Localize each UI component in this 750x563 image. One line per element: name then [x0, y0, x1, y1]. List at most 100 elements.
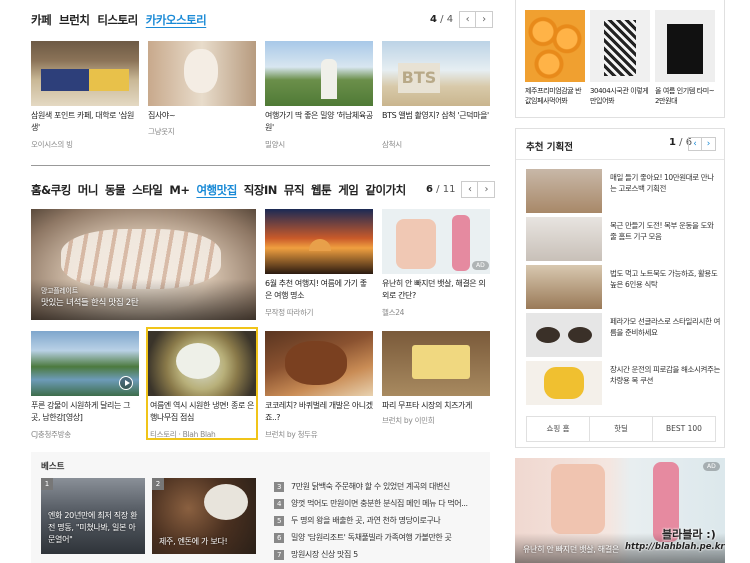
tab-animal[interactable]: 동물 [105, 182, 126, 198]
prev-button[interactable]: ‹ [461, 181, 479, 198]
shop-item-title[interactable]: 제주프리미엄감귤 반값임페사먹어봐 [525, 86, 587, 106]
tab-game[interactable]: 게임 [338, 182, 359, 198]
cushion-image [526, 361, 602, 405]
next-button[interactable]: › [476, 11, 494, 28]
recommend-item[interactable]: 복근 만들기 도전! 복부 운동을 도와줄 홈트 기구 모음 [526, 217, 716, 261]
cheese-image[interactable] [382, 331, 490, 396]
tangerine-image[interactable] [525, 10, 585, 82]
list-item[interactable]: 7 망원시장 신상 맛집 5 [274, 546, 468, 563]
next-button[interactable]: › [702, 137, 716, 151]
recommend-title: 페라가모 선글라스로 스타일리시한 여름을 준비하세요 [610, 317, 720, 337]
best100-button[interactable]: BEST 100 [653, 417, 715, 441]
recommend-heading: 추천 기획전 [526, 142, 574, 153]
mid-pager: 6 / 11 ‹ › [426, 181, 496, 198]
tshirt-image[interactable] [655, 10, 715, 82]
tab-tistory[interactable]: 티스토리 [97, 12, 138, 28]
top-item-source: 밀양시 [265, 140, 285, 149]
rank-badge: 4 [274, 498, 284, 509]
shop-item-title[interactable]: 30404시국관 이렇게만입어봐 [590, 86, 652, 106]
shopping-home-button[interactable]: 쇼핑 홈 [527, 417, 590, 441]
rank-badge: 3 [274, 481, 284, 492]
shirt-image[interactable] [590, 10, 650, 82]
recommend-box: 추천 기획전 1 / 6 ‹ › 매일 들기 좋아요! 10만원대로 만나는 고… [515, 128, 725, 448]
best-card-text[interactable]: 엔화 20년만에 최저 직장 환전 명동, "미쳤나봐, 일본 아 문열어" [48, 510, 144, 546]
mid-item-source: CJ충청주방송 [31, 430, 71, 439]
recommend-item[interactable]: 매일 들기 좋아요! 10만원대로 만나는 고로스백 기획전 [526, 169, 716, 213]
recommend-item[interactable]: 페라가모 선글라스로 스타일리시한 여름을 준비하세요 [526, 313, 720, 357]
top-item-source: 삼척시 [382, 140, 402, 149]
category-tabs: 홈&쿠킹 머니 동물 스타일 M+ 여행맛집 직장IN 뮤직 웹툰 게임 같이가… [31, 182, 406, 198]
watermark-title: 블라블라 :) [662, 528, 716, 541]
tab-kakaostory[interactable]: 카카오스토리 [146, 12, 207, 28]
tab-webtoon[interactable]: 웹툰 [311, 182, 332, 198]
pager-count: 4 / 4 [430, 14, 454, 25]
bossam-image[interactable]: 망고플레이트 맛있는 녀석들 한식 맛집 2탄 [31, 209, 256, 320]
cafe-image[interactable] [31, 41, 139, 106]
best-card-text[interactable]: 제주, 엔돈에 가 보다! [159, 536, 228, 548]
river-image[interactable] [31, 331, 139, 396]
rank-badge: 7 [274, 549, 284, 560]
sunset-image[interactable] [265, 209, 373, 274]
tab-brunch[interactable]: 브런치 [59, 12, 90, 28]
top-item-title[interactable]: 집사야~ [148, 110, 256, 122]
list-item[interactable]: 4 양껏 먹어도 만원이면 충분한 분식집 메인 메뉴 다 먹어... [274, 495, 468, 512]
tab-together[interactable]: 같이가치 [365, 182, 406, 198]
mid-item-title[interactable]: 푸른 강물이 시원하게 달리는 그곳, 남한강[영상] [31, 400, 139, 423]
top-item-title[interactable]: BTS 앨범 촬영지? 삼척 '근덕마을' [382, 110, 490, 122]
top-item-source: 그냥웃지 [148, 127, 175, 136]
mid-item-title[interactable]: 여름엔 역시 시원한 냉면! 종로 은행나무집 점심 [150, 400, 254, 423]
recommend-item[interactable]: 장시간 운전의 피로감을 해소시켜주는 차량용 목 쿠션 [526, 361, 720, 405]
hotdeal-button[interactable]: 핫딜 [590, 417, 653, 441]
tab-cafe[interactable]: 카페 [31, 12, 52, 28]
tab-money[interactable]: 머니 [78, 182, 99, 198]
bread-image[interactable] [265, 331, 373, 396]
next-button[interactable]: › [478, 181, 496, 198]
naengmyeon-image[interactable] [148, 331, 256, 396]
mid-item-source: 브런치 by 이민희 [382, 416, 435, 425]
section-divider [31, 165, 490, 166]
play-icon[interactable] [119, 376, 133, 390]
tab-work[interactable]: 직장IN [244, 182, 278, 198]
big-title[interactable]: 맛있는 녀석들 한식 맛집 2탄 [41, 297, 139, 309]
table-image [526, 265, 602, 309]
top-item-title[interactable]: 여행가기 딱 좋은 밀양 '허남체육공원' [265, 110, 373, 133]
top-item-source: 오이시스의 빙 [31, 140, 73, 149]
mid-item-source: 헬스24 [382, 308, 405, 317]
divider [516, 159, 724, 160]
tab-music[interactable]: 뮤직 [284, 182, 305, 198]
ad-badge: AD [703, 462, 720, 471]
tab-mplus[interactable]: M+ [169, 183, 190, 197]
cat-image[interactable] [148, 41, 256, 106]
list-item[interactable]: 3 7만원 닭백숙 주문해야 할 수 있었던 계곡의 대변신 [274, 478, 468, 495]
tab-style[interactable]: 스타일 [132, 182, 163, 198]
beach-image[interactable]: BTS [382, 41, 490, 106]
rank-badge: 1 [41, 478, 53, 490]
recommend-nav: ‹ › [688, 137, 716, 151]
mid-item-source: 무작정 따라하기 [265, 308, 314, 317]
belly-image[interactable]: AD [382, 209, 490, 274]
mid-item-title[interactable]: 코코레치? 바퀴벌레 개발은 아니겠죠..? [265, 400, 373, 423]
mid-item-title[interactable]: 6월 추천 여행지! 여름에 가기 좋은 여행 명소 [265, 278, 373, 301]
mid-item-source: 티스토리 · Blah Blah [150, 430, 216, 439]
top-item-title[interactable]: 삼원색 포인트 카페, 대학로 '삼원생' [31, 110, 139, 133]
list-item[interactable]: 5두 명의 왕을 배출한 곳, 과연 천하 명당이로구나 [274, 512, 468, 529]
rank-badge: 5 [274, 515, 284, 526]
recommend-title: 장시간 운전의 피로감을 해소시켜주는 차량용 목 쿠션 [610, 365, 720, 385]
mid-item-title[interactable]: 파리 무프타 시장의 치즈가게 [382, 400, 490, 412]
shop-item-title[interactable]: 올 여름 인기템 타미~ 2만원대 [655, 86, 717, 106]
top-tabs: 카페 브런치 티스토리 카카오스토리 [31, 12, 207, 28]
park-image[interactable] [265, 41, 373, 106]
prev-button[interactable]: ‹ [688, 137, 702, 151]
mid-item-title[interactable]: 유난히 안 빠지던 뱃살, 해결은 의외로 간단? [382, 278, 490, 301]
prev-button[interactable]: ‹ [459, 11, 477, 28]
best-list: 3 7만원 닭백숙 주문해야 할 수 있었던 계곡의 대변신 4 양껏 먹어도 만원… [274, 478, 468, 563]
list-item[interactable]: 6 밀양 '담원리조트' 독채풀빌라 가족여행 가볼만한 곳 [274, 529, 468, 546]
recommend-item[interactable]: 법도 먹고 노트북도 가능하죠, 활용도 높은 6인용 식탁 [526, 265, 718, 309]
best-card-image[interactable]: 1 엔화 20년만에 최저 직장 환전 명동, "미쳤나봐, 일본 아 문열어" [41, 478, 145, 554]
tab-home-cooking[interactable]: 홈&쿠킹 [31, 182, 71, 198]
best-card-image[interactable]: 2 제주, 엔돈에 가 보다! [152, 478, 256, 554]
tab-travel-food[interactable]: 여행맛집 [196, 182, 237, 198]
sunglasses-image [526, 313, 602, 357]
shopping-box: 제주프리미엄감귤 반값임페사먹어봐 30404시국관 이렇게만입어봐 올 여름 … [515, 0, 725, 118]
ad-badge: AD [472, 261, 489, 270]
